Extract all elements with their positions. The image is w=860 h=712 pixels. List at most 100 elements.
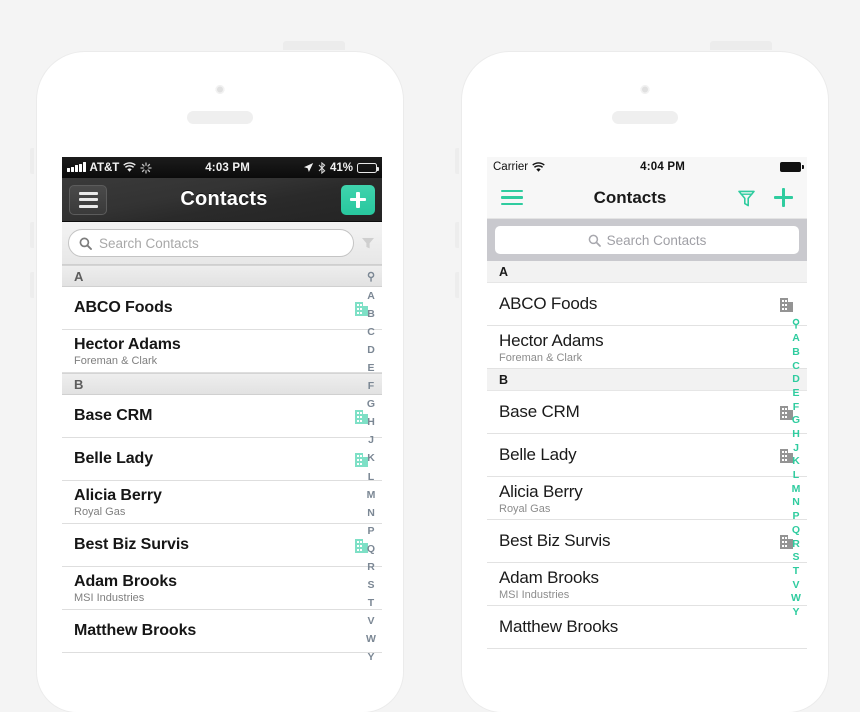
search-input[interactable]: Search Contacts [68, 229, 354, 257]
contact-row[interactable]: Best Biz Survis [62, 524, 382, 567]
contact-row[interactable]: Base CRM [487, 391, 807, 434]
index-letter[interactable]: Y [792, 607, 799, 618]
index-letter[interactable]: S [792, 552, 799, 563]
contact-row[interactable]: Belle Lady [487, 434, 807, 477]
index-letter[interactable]: W [791, 593, 801, 604]
index-letter[interactable]: P [792, 511, 799, 522]
contact-row[interactable]: Hector Adams Foreman & Clark [487, 326, 807, 369]
contact-row[interactable]: ABCO Foods [487, 283, 807, 326]
index-letter[interactable]: A [367, 291, 375, 302]
contact-name: Adam Brooks [499, 567, 599, 587]
index-letter[interactable]: D [792, 374, 800, 385]
wifi-icon [123, 162, 137, 172]
contact-row[interactable]: Matthew Brooks [62, 610, 382, 653]
power-button-right[interactable] [710, 41, 772, 50]
contact-name: Belle Lady [499, 445, 577, 464]
index-letter[interactable]: Q [792, 525, 800, 536]
index-letter[interactable]: L [368, 472, 374, 483]
index-letter[interactable]: F [793, 402, 799, 413]
contact-row[interactable]: Belle Lady [62, 438, 382, 481]
contact-row[interactable]: Best Biz Survis [487, 520, 807, 563]
index-letter[interactable]: K [792, 456, 800, 467]
nav-bar-right: Contacts [487, 177, 807, 219]
contact-company: Foreman & Clark [499, 351, 583, 364]
index-letter[interactable]: M [367, 490, 376, 501]
contact-row[interactable]: Alicia Berry Royal Gas [62, 481, 382, 524]
hamburger-menu-icon[interactable] [501, 189, 523, 206]
index-letter[interactable]: C [367, 327, 375, 338]
search-input[interactable]: Search Contacts [495, 226, 799, 254]
contact-name: Best Biz Survis [74, 536, 189, 553]
contact-company: MSI Industries [74, 591, 145, 604]
contact-name: Base CRM [74, 407, 153, 424]
index-letter[interactable]: M [792, 484, 801, 495]
index-letter[interactable]: J [368, 435, 374, 446]
index-letter[interactable]: W [366, 634, 376, 645]
status-bar-left: AT&T 4:03 PM 41% [62, 157, 382, 178]
contact-row[interactable]: Base CRM [62, 395, 382, 438]
index-letter[interactable]: B [367, 309, 375, 320]
contact-name: Belle Lady [74, 450, 154, 467]
battery-icon [780, 162, 804, 172]
index-letter[interactable]: B [792, 347, 800, 358]
wifi-icon [532, 161, 545, 172]
index-letter[interactable]: S [367, 580, 374, 591]
volume-down-button-right[interactable] [455, 272, 459, 298]
index-search-icon[interactable]: ⚲ [792, 319, 800, 330]
index-letter[interactable]: C [792, 361, 800, 372]
contact-name: Matthew Brooks [499, 617, 619, 636]
index-letter[interactable]: T [368, 598, 374, 609]
filter-funnel-icon[interactable] [360, 235, 376, 251]
contact-row[interactable]: Alicia Berry Royal Gas [487, 477, 807, 520]
silent-switch-left[interactable] [30, 148, 34, 174]
index-letter[interactable]: D [367, 345, 375, 356]
index-letter[interactable]: V [367, 616, 374, 627]
index-search-icon[interactable]: ⚲ [367, 272, 375, 283]
page-title: Contacts [180, 188, 268, 210]
contact-company: MSI Industries [499, 588, 570, 601]
search-placeholder: Search Contacts [99, 235, 199, 251]
index-letter[interactable]: G [792, 415, 800, 426]
index-letter[interactable]: P [367, 526, 374, 537]
contact-row[interactable]: Adam Brooks MSI Industries [62, 567, 382, 610]
silent-switch-right[interactable] [455, 148, 459, 174]
index-letter[interactable]: A [792, 333, 800, 344]
index-letter[interactable]: H [367, 417, 375, 428]
volume-up-button-left[interactable] [30, 222, 34, 248]
alphabet-index-right[interactable]: ⚲ A B C D E F G H J K L M N P Q R S T V … [785, 261, 807, 617]
index-letter[interactable]: Y [367, 652, 374, 663]
volume-up-button-right[interactable] [455, 222, 459, 248]
index-letter[interactable]: L [793, 470, 799, 481]
contact-name: Best Biz Survis [499, 531, 611, 550]
index-letter[interactable]: Q [367, 544, 375, 555]
index-letter[interactable]: K [367, 453, 375, 464]
contact-row[interactable]: Matthew Brooks [487, 606, 807, 649]
contact-row[interactable]: Hector Adams Foreman & Clark [62, 330, 382, 373]
hamburger-menu-icon[interactable] [69, 184, 107, 215]
index-letter[interactable]: E [367, 363, 374, 374]
screen-right: Carrier 4:04 PM Contacts Search Contacts… [487, 157, 807, 702]
filter-funnel-icon[interactable] [737, 188, 756, 208]
contact-row[interactable]: ABCO Foods [62, 287, 382, 330]
alphabet-index-left[interactable]: ⚲ A B C D E F G H J K L M N P Q R S T V … [360, 265, 382, 663]
index-letter[interactable]: V [792, 580, 799, 591]
contact-row[interactable]: Adam Brooks MSI Industries [487, 563, 807, 606]
index-letter[interactable]: N [792, 497, 800, 508]
page-title: Contacts [593, 187, 667, 207]
index-letter[interactable]: N [367, 508, 375, 519]
index-letter[interactable]: T [793, 566, 799, 577]
contact-name: Alicia Berry [499, 481, 583, 501]
screen-left: AT&T 4:03 PM 41% Contacts Search Contact… [62, 157, 382, 702]
index-letter[interactable]: G [367, 399, 375, 410]
add-contact-button[interactable] [341, 184, 375, 215]
add-contact-button[interactable] [774, 188, 793, 207]
index-letter[interactable]: H [792, 429, 800, 440]
index-letter[interactable]: E [792, 388, 799, 399]
index-letter[interactable]: R [792, 538, 800, 550]
index-letter[interactable]: R [367, 562, 375, 573]
index-letter[interactable]: J [793, 443, 799, 454]
power-button-left[interactable] [283, 41, 345, 50]
index-letter[interactable]: F [368, 381, 374, 392]
contact-name: ABCO Foods [499, 294, 598, 313]
volume-down-button-left[interactable] [30, 272, 34, 298]
